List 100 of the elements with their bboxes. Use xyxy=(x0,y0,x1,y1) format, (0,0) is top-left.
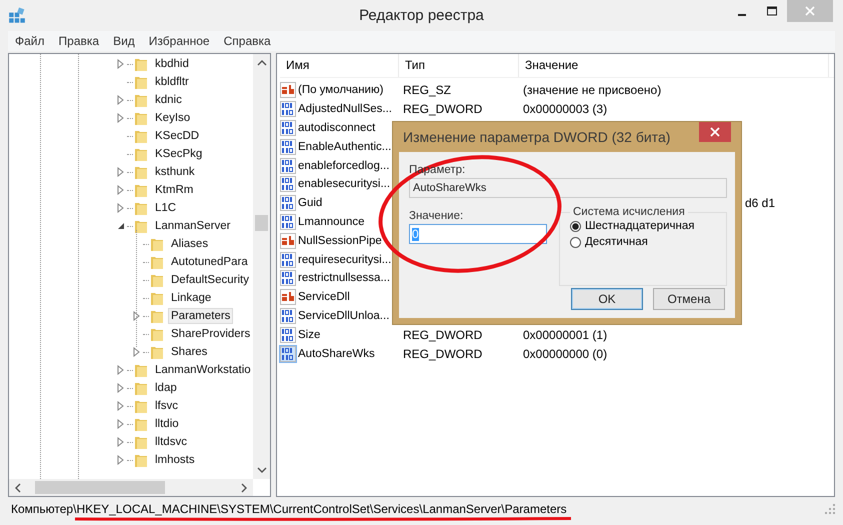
expand-arrow-icon[interactable] xyxy=(117,167,125,177)
menu-item[interactable]: Вид xyxy=(106,34,142,48)
expand-arrow-icon[interactable] xyxy=(117,95,125,105)
value-name[interactable]: NullSessionPipe xyxy=(298,234,382,247)
tree-item[interactable]: Aliases xyxy=(168,236,212,252)
folder-icon xyxy=(134,416,148,432)
tree-item[interactable]: ShareProviders xyxy=(168,326,254,342)
tree-item[interactable]: LanmanServer xyxy=(152,218,234,234)
menu-item[interactable]: Файл xyxy=(8,34,52,48)
column-header[interactable]: Тип xyxy=(399,54,519,77)
tree-item[interactable]: lltdsvc xyxy=(152,434,190,450)
expand-arrow-icon[interactable] xyxy=(133,311,141,321)
tree-item[interactable]: LanmanWorkstatio xyxy=(152,362,254,378)
folder-icon xyxy=(134,200,148,216)
window-title: Редактор реестра xyxy=(359,7,484,24)
folder-icon xyxy=(134,164,148,180)
expand-arrow-icon[interactable] xyxy=(117,401,125,411)
folder-icon xyxy=(134,110,148,126)
value-name[interactable]: (По умолчанию) xyxy=(298,84,384,96)
expand-arrow-icon[interactable] xyxy=(117,455,125,465)
value-name[interactable]: requiresecuritysi... xyxy=(298,254,392,266)
value-name[interactable]: enableforcedlog... xyxy=(298,160,390,172)
expand-arrow-icon[interactable] xyxy=(117,419,125,429)
tree-item[interactable]: KeyIso xyxy=(152,110,194,126)
radio-option[interactable]: Шестнадцатеричная xyxy=(570,220,718,232)
expand-arrow-icon[interactable] xyxy=(117,383,125,393)
scroll-left-icon[interactable] xyxy=(15,482,21,492)
tree-item[interactable]: lfsvc xyxy=(152,398,181,414)
folder-icon xyxy=(150,272,164,288)
radio-option[interactable]: Десятичная xyxy=(570,236,718,248)
group-label: Система исчисления xyxy=(572,206,686,218)
status-path: Компьютер\ xyxy=(11,502,76,516)
field-label: Значение: xyxy=(409,210,464,222)
value-name[interactable]: ServiceDllUnloa... xyxy=(298,310,390,322)
expand-arrow-icon[interactable] xyxy=(117,365,125,375)
value-name[interactable]: ServiceDll xyxy=(298,291,350,304)
folder-icon xyxy=(134,218,148,234)
maximize-icon xyxy=(767,6,777,16)
vertical-scrollbar[interactable] xyxy=(253,54,270,479)
menu-item[interactable]: Справка xyxy=(216,34,278,48)
value-name[interactable]: Size xyxy=(298,328,320,341)
tree-item[interactable]: kbldfltr xyxy=(152,74,192,90)
value-name[interactable]: restrictnullsessa... xyxy=(298,272,390,284)
tree-item[interactable]: lmhosts xyxy=(152,452,198,468)
folder-icon xyxy=(134,452,148,468)
value-type: REG_DWORD xyxy=(403,102,482,116)
expand-arrow-icon[interactable] xyxy=(117,113,125,123)
tree-item[interactable]: DefaultSecurity xyxy=(168,272,252,288)
horizontal-scrollbar[interactable] xyxy=(9,479,253,496)
tree-item[interactable]: kbdhid xyxy=(152,56,192,72)
expand-arrow-icon[interactable] xyxy=(117,185,125,195)
folder-icon xyxy=(134,182,148,198)
tree-item[interactable]: AutotunedPara xyxy=(168,254,251,270)
tree-item[interactable]: Parameters xyxy=(168,308,234,324)
dialog-title: Изменение параметра DWORD (32 бита) xyxy=(402,129,670,145)
value-name[interactable]: enablesecuritysi... xyxy=(298,178,390,190)
value-type: REG_SZ xyxy=(403,83,452,98)
cancel-button[interactable]: Отмена xyxy=(653,288,725,310)
scroll-up-icon[interactable] xyxy=(256,60,266,66)
value-name[interactable]: autodisconnect xyxy=(298,122,376,134)
scroll-thumb[interactable] xyxy=(35,481,165,494)
menu-item[interactable]: Избранное xyxy=(142,34,217,48)
column-header[interactable]: Имя xyxy=(280,54,399,77)
value-data: 0x00000003 (3) xyxy=(523,102,608,116)
tree-item[interactable]: ldap xyxy=(152,380,180,396)
value-data: 0x00000001 (1) xyxy=(523,328,608,342)
value-name[interactable]: EnableAuthentic... xyxy=(298,140,392,153)
tree-item[interactable]: KSecPkg xyxy=(152,146,206,162)
tree-item[interactable]: lltdio xyxy=(152,416,182,432)
tree-item[interactable]: KtmRm xyxy=(152,182,196,198)
scroll-down-icon[interactable] xyxy=(256,467,266,473)
tree-item[interactable]: Shares xyxy=(168,344,210,360)
tree-item[interactable]: KSecDD xyxy=(152,128,202,144)
expand-arrow-icon[interactable] xyxy=(117,203,125,213)
tree-item[interactable]: L1C xyxy=(152,200,180,216)
value-data: d6 d1 xyxy=(745,196,776,210)
folder-icon xyxy=(150,236,164,252)
parameter-name-field[interactable]: AutoShareWks xyxy=(409,178,727,198)
folder-icon xyxy=(134,362,148,378)
expand-arrow-icon[interactable] xyxy=(117,437,125,447)
value-name[interactable]: Guid xyxy=(298,197,322,210)
collapse-arrow-icon[interactable] xyxy=(117,221,125,231)
tree-item[interactable]: kdnic xyxy=(152,92,185,108)
tree-item[interactable]: ksthunk xyxy=(152,164,198,180)
scroll-right-icon[interactable] xyxy=(241,482,247,492)
tree-item[interactable]: Linkage xyxy=(168,290,214,306)
folder-icon xyxy=(134,380,148,396)
folder-icon xyxy=(150,254,164,270)
close-button[interactable] xyxy=(699,122,731,142)
value-name[interactable]: AutoShareWks xyxy=(298,348,375,360)
menu-item[interactable]: Правка xyxy=(52,34,106,48)
expand-arrow-icon[interactable] xyxy=(117,59,125,69)
column-header[interactable]: Значение xyxy=(519,54,829,77)
ok-button[interactable]: OK xyxy=(571,288,643,310)
expand-arrow-icon[interactable] xyxy=(133,347,141,357)
scroll-thumb[interactable] xyxy=(255,215,268,231)
folder-icon xyxy=(134,398,148,414)
value-name[interactable]: AdjustedNullSes... xyxy=(298,103,392,116)
value-type: REG_DWORD xyxy=(403,328,482,342)
value-name[interactable]: Lmannounce xyxy=(298,216,364,228)
